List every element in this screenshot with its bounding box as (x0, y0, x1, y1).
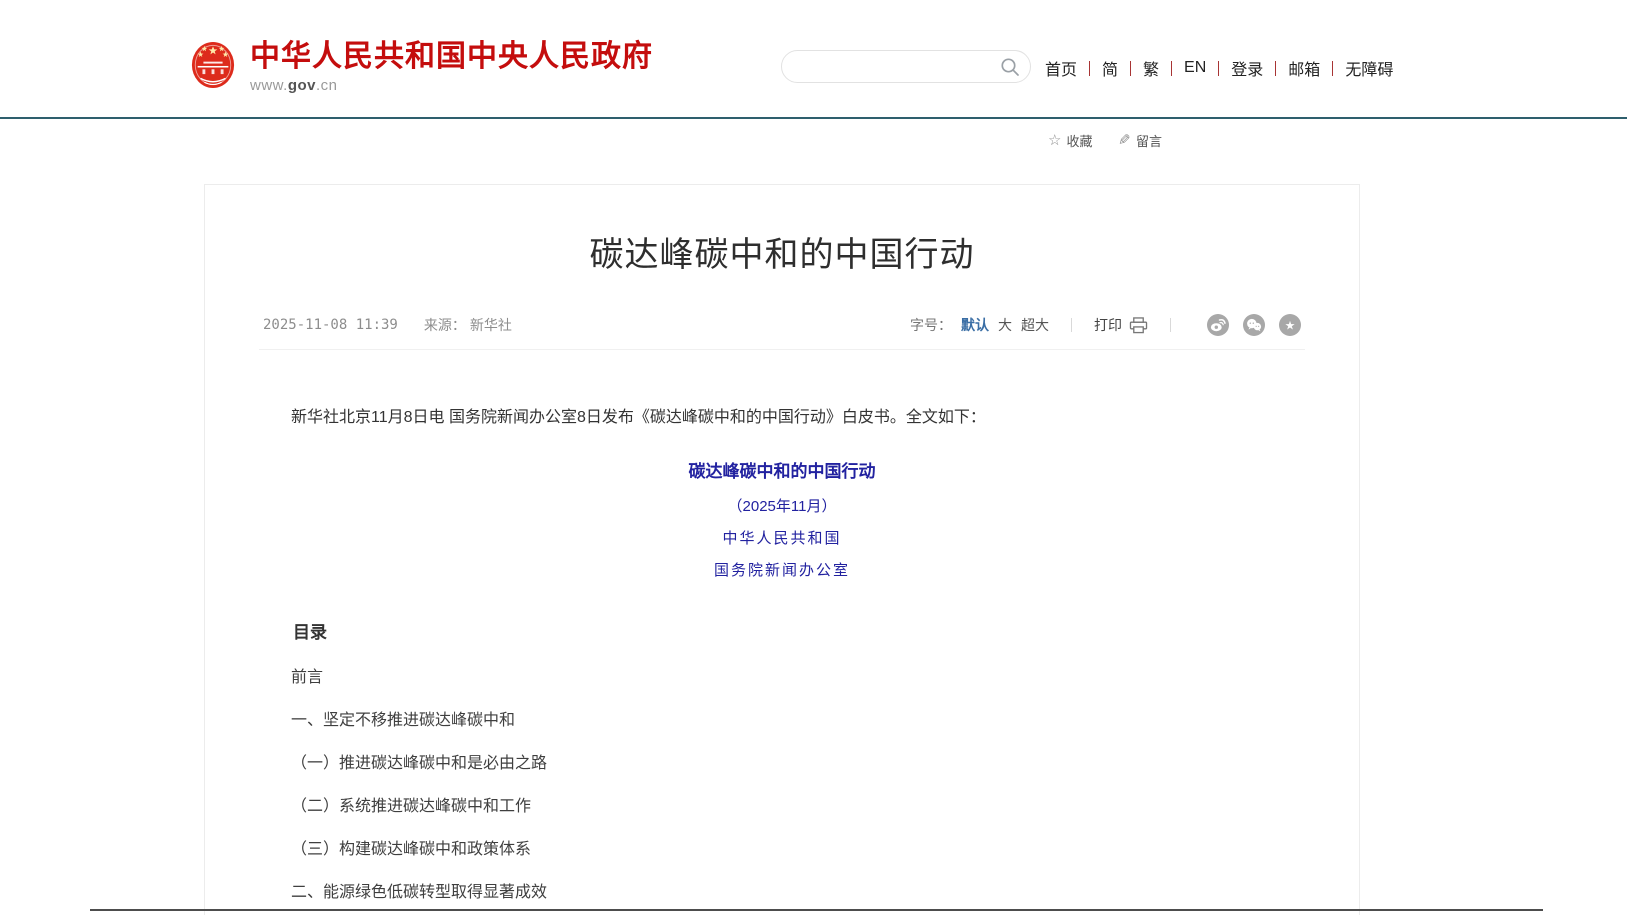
nav-simplified[interactable]: 简 (1102, 56, 1118, 80)
viewport-bottom-divider (90, 909, 1543, 911)
toolbar-divider (1071, 318, 1072, 332)
toolbar-divider (1170, 318, 1171, 332)
header-divider (0, 117, 1627, 119)
print-button[interactable]: 打印 (1094, 315, 1148, 335)
article-title: 碳达峰碳中和的中国行动 (259, 227, 1305, 276)
toc-item: 一、坚定不移推进碳达峰碳中和 (259, 713, 1305, 729)
brand-text: 中华人民共和国中央人民政府 www.gov.cn (250, 40, 653, 94)
printer-icon (1129, 317, 1148, 334)
nav-login[interactable]: 登录 (1231, 56, 1263, 80)
nav-divider (1130, 61, 1131, 76)
quick-actions: ☆ 收藏 ✎ 留言 (1048, 131, 1188, 150)
document-date: （2025年11月） (259, 495, 1305, 516)
nav-divider (1275, 61, 1276, 76)
url-suffix: .cn (316, 77, 338, 94)
url-prefix: www. (250, 77, 288, 94)
wechat-share-icon[interactable] (1243, 314, 1265, 336)
meta-toolbar: 字号： 默认 大 超大 打印 (910, 314, 1301, 336)
document-org-office: 国务院新闻办公室 (259, 559, 1305, 580)
comment-button[interactable]: ✎ 留言 (1118, 131, 1162, 150)
search-icon[interactable] (999, 56, 1021, 78)
favorite-button[interactable]: ☆ 收藏 (1048, 131, 1092, 150)
site-logo[interactable]: 中华人民共和国中央人民政府 www.gov.cn (190, 40, 653, 94)
toc-item: 二、能源绿色低碳转型取得显著成效 (259, 885, 1305, 901)
font-size-large[interactable]: 大 (998, 315, 1012, 335)
weibo-share-icon[interactable] (1207, 314, 1229, 336)
national-emblem-icon (190, 40, 236, 90)
source-value: 新华社 (470, 315, 512, 335)
nav-divider (1332, 61, 1333, 76)
publish-date: 2025-11-08 11:39 (263, 317, 398, 333)
search-box (781, 50, 1031, 83)
print-label: 打印 (1094, 315, 1122, 335)
nav-divider (1218, 61, 1219, 76)
article-meta-row: 2025-11-08 11:39 来源： 新华社 字号： 默认 大 超大 打印 (259, 314, 1305, 350)
document-org-country: 中华人民共和国 (259, 527, 1305, 548)
toc-title: 目录 (259, 618, 1305, 643)
site-title: 中华人民共和国中央人民政府 (250, 40, 653, 73)
nav-home[interactable]: 首页 (1045, 56, 1077, 80)
site-url: www.gov.cn (250, 77, 653, 94)
article-card: 碳达峰碳中和的中国行动 2025-11-08 11:39 来源： 新华社 字号：… (204, 184, 1360, 915)
toc-item: （一）推进碳达峰碳中和是必由之路 (259, 756, 1305, 772)
toc-item: （二）系统推进碳达峰碳中和工作 (259, 799, 1305, 815)
nav-mail[interactable]: 邮箱 (1288, 56, 1320, 80)
favorite-label: 收藏 (1066, 131, 1092, 150)
font-size-label: 字号： (910, 315, 952, 335)
star-glyph: ★ (1285, 318, 1296, 332)
toc-item: 前言 (259, 670, 1305, 686)
search-input[interactable] (782, 51, 999, 82)
url-bold: gov (288, 77, 316, 94)
toc-item: （三）构建碳达峰碳中和政策体系 (259, 842, 1305, 858)
nav-divider (1171, 61, 1172, 76)
page: 中华人民共和国中央人民政府 www.gov.cn 首页 简 繁 EN 登录 邮箱… (0, 0, 1627, 915)
document-title: 碳达峰碳中和的中国行动 (259, 457, 1305, 482)
font-size-default[interactable]: 默认 (961, 315, 989, 335)
nav-accessibility[interactable]: 无障碍 (1345, 56, 1393, 80)
site-header: 中华人民共和国中央人民政府 www.gov.cn 首页 简 繁 EN 登录 邮箱… (0, 0, 1627, 118)
font-size-xlarge[interactable]: 超大 (1021, 315, 1049, 335)
meta-left: 2025-11-08 11:39 来源： 新华社 (263, 315, 512, 335)
nav-divider (1089, 61, 1090, 76)
source-label: 来源： (424, 315, 466, 335)
nav-traditional[interactable]: 繁 (1143, 56, 1159, 80)
comment-label: 留言 (1136, 131, 1162, 150)
top-nav: 首页 简 繁 EN 登录 邮箱 无障碍 (1045, 56, 1393, 80)
more-share-icon[interactable]: ★ (1279, 314, 1301, 336)
share-icons: ★ (1193, 314, 1301, 336)
lead-paragraph: 新华社北京11月8日电 国务院新闻办公室8日发布《碳达峰碳中和的中国行动》白皮书… (259, 404, 1305, 431)
star-icon: ☆ (1048, 133, 1061, 148)
nav-english[interactable]: EN (1184, 59, 1206, 77)
pencil-icon: ✎ (1118, 133, 1131, 148)
